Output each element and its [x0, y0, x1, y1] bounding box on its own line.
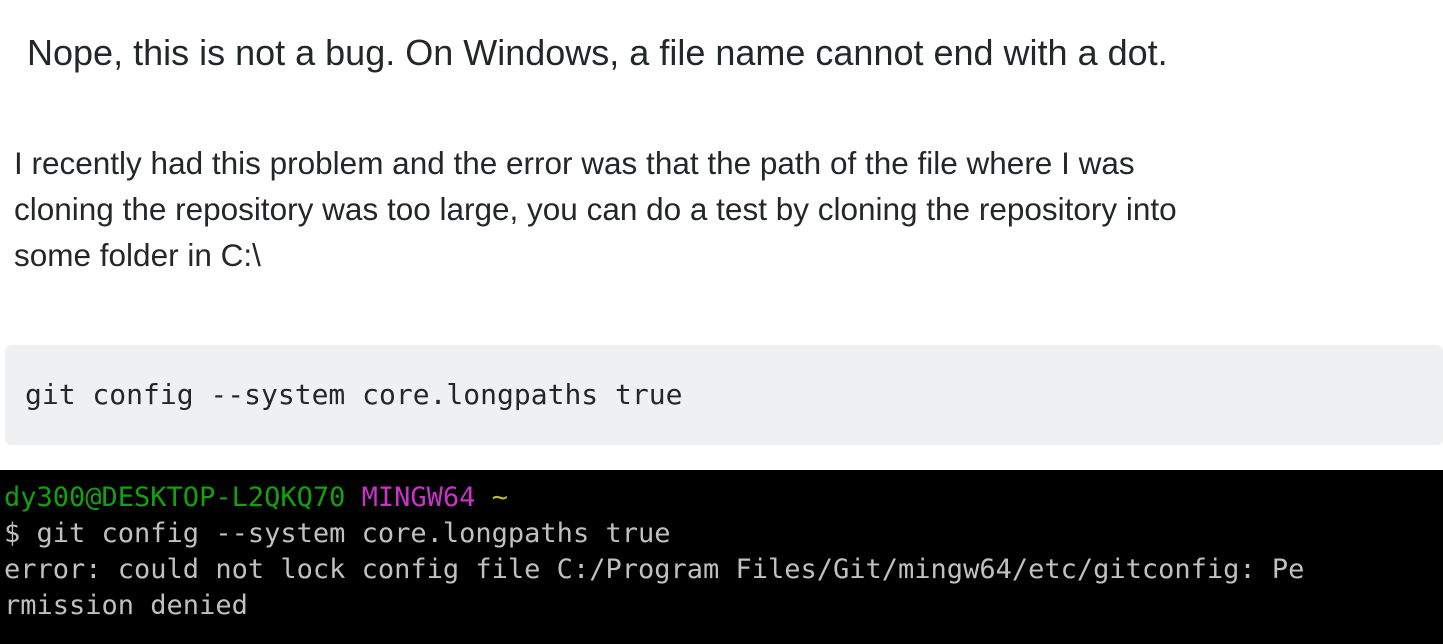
terminal-prompt-line: dy300@DESKTOP-L2QKQ70 MINGW64 ~	[4, 480, 508, 516]
terminal-command-line: $ git config --system core.longpaths tru…	[4, 518, 671, 549]
terminal-dir: ~	[491, 482, 508, 513]
terminal-screenshot: dy300@DESKTOP-L2QKQ70 MINGW64 ~ $ git co…	[0, 470, 1443, 644]
paragraph-line: I recently had this problem and the erro…	[14, 145, 1135, 181]
answer-heading: Nope, this is not a bug. On Windows, a f…	[27, 32, 1168, 73]
answer-paragraph: I recently had this problem and the erro…	[14, 140, 1414, 278]
terminal-error-line: error: could not lock config file C:/Pro…	[4, 554, 1305, 585]
terminal-user: dy300@DESKTOP-L2QKQ70	[4, 482, 346, 513]
paragraph-line: cloning the repository was too large, yo…	[14, 191, 1177, 227]
code-block: git config --system core.longpaths true	[5, 345, 1443, 445]
terminal-env: MINGW64	[361, 482, 476, 513]
terminal-error-line: rmission denied	[4, 590, 248, 621]
paragraph-line: some folder in C:\	[14, 237, 261, 273]
code-text: git config --system core.longpaths true	[25, 378, 683, 411]
